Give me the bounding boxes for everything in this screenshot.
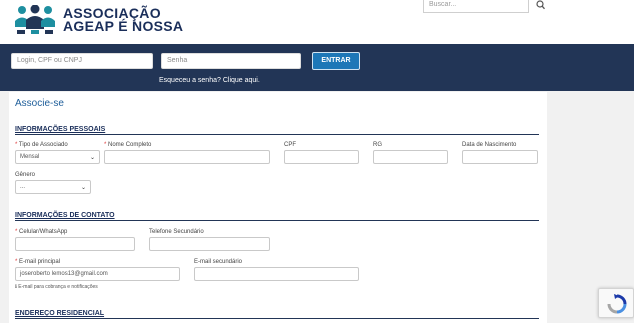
email-label-text: E-mail principal [19,259,61,265]
email-hint: ℹ E-mail para cobrança e notificações [15,284,98,290]
site-header: ASSOCIAÇÃO AGEAP É NOSSA Buscar... [0,0,634,44]
email-input[interactable]: joseroberto lemos13@gmail.com [15,267,180,281]
brand-name: ASSOCIAÇÃO AGEAP É NOSSA [63,6,184,34]
section-divider [15,134,539,135]
genero-label: Gênero [15,172,36,178]
page-title: Associe-se [15,98,64,109]
nascimento-input[interactable] [462,150,538,164]
nascimento-label: Data de Nascimento [462,142,517,148]
genero-select[interactable]: ... ⌄ [15,180,91,194]
brand-name-line2: AGEAP É NOSSA [63,18,184,34]
email-label: * E-mail principal [15,259,60,265]
nome-label-text: Nome Completo [108,142,152,148]
forgot-password-link[interactable]: Esqueceu a senha? Clique aqui. [159,77,260,84]
required-mark: * [15,259,18,265]
search-icon[interactable] [535,0,547,10]
required-mark: * [15,142,18,148]
rg-input[interactable] [373,150,448,164]
tipo-label-text: Tipo de Associado [18,142,68,148]
login-password-input[interactable]: Senha [161,53,301,69]
recaptcha-badge[interactable] [598,288,634,318]
telefone-input[interactable] [149,237,270,251]
rg-label: RG [373,142,382,148]
section-divider [15,220,539,221]
brand-logo[interactable]: ASSOCIAÇÃO AGEAP É NOSSA [13,5,183,35]
cpf-label: CPF [284,142,296,148]
search-input[interactable]: Buscar... [423,0,529,13]
tipo-label: * Tipo de Associado [15,142,68,148]
page: ASSOCIAÇÃO AGEAP É NOSSA Buscar... Login… [0,0,634,323]
section-heading-personal: INFORMAÇÕES PESSOAIS [15,126,106,133]
chevron-down-icon: ⌄ [80,185,86,191]
login-user-input[interactable]: Login, CPF ou CNPJ [11,53,153,69]
tipo-select-value: Mensal [20,154,40,160]
celular-label-text: Celular/WhatsApp [19,229,68,235]
required-mark: * [104,142,107,148]
section-heading-address: ENDEREÇO RESIDENCIAL [15,310,105,317]
required-mark: * [15,229,18,235]
section-heading-contact: INFORMAÇÕES DE CONTATO [15,212,115,219]
chevron-down-icon: ⌄ [89,155,95,161]
email-hint-text: E-mail para cobrança e notificações [18,284,98,290]
telefone-label: Telefone Secundário [149,229,204,235]
signup-form: Associe-se INFORMAÇÕES PESSOAIS * Tipo d… [9,92,547,323]
logo-people-icon [15,5,55,34]
email2-input[interactable] [194,267,359,281]
section-divider [15,318,539,319]
recaptcha-icon [607,294,627,314]
email2-label: E-mail secundário [194,259,243,265]
tipo-select[interactable]: Mensal ⌄ [15,150,100,164]
login-submit-button[interactable]: ENTRAR [312,52,360,70]
genero-select-value: ... [20,184,26,190]
celular-label: * Celular/WhatsApp [15,229,67,235]
cpf-input[interactable] [284,150,359,164]
celular-input[interactable] [15,237,135,251]
nome-label: * Nome Completo [104,142,151,148]
nome-input[interactable] [104,150,270,164]
login-bar: Login, CPF ou CNPJ Senha ENTRAR Esqueceu… [0,44,634,91]
